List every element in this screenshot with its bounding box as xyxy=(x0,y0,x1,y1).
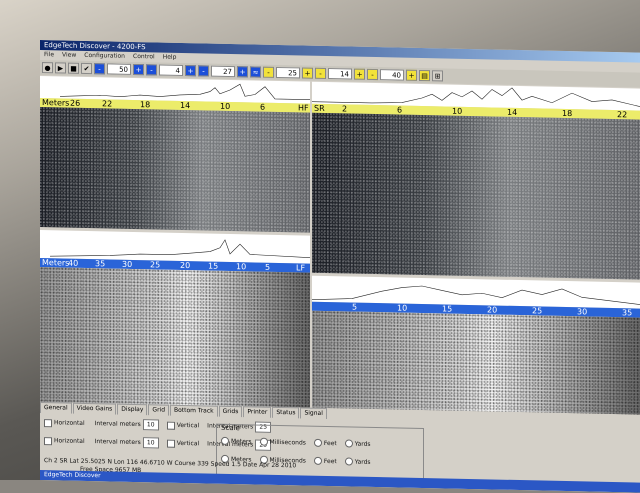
ruler-tick: 30 xyxy=(577,307,588,317)
tab-signal[interactable]: Signal xyxy=(300,407,327,420)
n-value[interactable]: 4 xyxy=(159,64,183,76)
interval-input[interactable]: 10 xyxy=(142,419,159,431)
screen: EdgeTech Discover - 4200-FS File View Co… xyxy=(40,40,640,493)
ruler-tick: 10 xyxy=(236,262,247,272)
hf-port-image[interactable] xyxy=(40,107,310,233)
lf-port-image[interactable] xyxy=(40,267,310,408)
tab-printer[interactable]: Printer xyxy=(243,406,272,418)
ruler-tick: 35 xyxy=(95,259,106,269)
scale-title: Scale xyxy=(221,423,240,433)
ruler-tick: 2 xyxy=(342,104,348,114)
ruler-tick: 10 xyxy=(452,106,463,116)
tab-general[interactable]: General xyxy=(40,402,72,414)
horizontal-label: Horizontal xyxy=(54,437,85,445)
range-decrease-button[interactable]: - xyxy=(94,63,105,75)
tab-status[interactable]: Status xyxy=(272,406,300,419)
radio-label: Yards xyxy=(354,458,371,466)
vertical-checkbox[interactable] xyxy=(166,439,175,448)
radio-label: Feet xyxy=(323,439,337,447)
ruler-tick: 10 xyxy=(220,101,231,111)
range-increase-button[interactable]: + xyxy=(133,63,144,76)
hf-starboard-image[interactable] xyxy=(312,112,640,280)
menu-view[interactable]: View xyxy=(62,50,76,60)
ruler-tick: 18 xyxy=(562,108,573,119)
palette-icon[interactable]: ▤ xyxy=(419,69,430,82)
grid-icon[interactable]: ⊞ xyxy=(432,70,443,82)
radio-yards[interactable] xyxy=(344,457,353,466)
vertical-checkbox[interactable] xyxy=(166,421,175,430)
menu-file[interactable]: File xyxy=(44,50,54,60)
hf-label: HF xyxy=(298,103,309,113)
range2-value[interactable]: 25 xyxy=(276,66,300,79)
menu-help[interactable]: Help xyxy=(163,53,177,63)
horizontal-checkbox[interactable] xyxy=(44,418,52,427)
ruler-tick: 6 xyxy=(397,105,403,115)
radio-label: Meters xyxy=(231,437,252,445)
ruler-tick: 25 xyxy=(150,260,161,270)
lf-starboard-image[interactable] xyxy=(312,310,640,415)
stop-icon[interactable]: ■ xyxy=(68,62,79,74)
horizontal-checkbox[interactable] xyxy=(44,436,52,445)
t2-value[interactable]: 40 xyxy=(380,69,404,81)
n-increase-button[interactable]: + xyxy=(185,65,196,77)
radio-meters[interactable] xyxy=(221,436,229,445)
radio-label: Feet xyxy=(323,457,337,465)
vertical-label: Vertical xyxy=(176,439,200,448)
t-decrease-button[interactable]: - xyxy=(198,65,209,77)
ruler-tick: 5 xyxy=(265,262,271,272)
lf-label: LF xyxy=(296,263,306,273)
scale-row-1: Meters Milliseconds Feet Yards xyxy=(221,436,371,448)
wave-icon[interactable]: ≈ xyxy=(250,66,261,78)
interval-input[interactable]: 10 xyxy=(142,437,159,449)
range-value[interactable]: 50 xyxy=(107,63,131,75)
radio-label: Yards xyxy=(354,440,371,448)
n2-value[interactable]: 14 xyxy=(328,68,352,80)
check-icon[interactable]: ✔ xyxy=(81,62,92,75)
taskbar-app[interactable]: EdgeTech Discover xyxy=(44,471,101,479)
range2-decrease-button[interactable]: - xyxy=(263,66,274,78)
radio-label: Milliseconds xyxy=(269,438,306,447)
tab-display[interactable]: Display xyxy=(117,403,148,416)
ruler-tick: 15 xyxy=(442,304,453,314)
horizontal-label: Horizontal xyxy=(54,419,85,427)
ruler-tick: 30 xyxy=(122,259,133,269)
ruler-tick: 25 xyxy=(532,306,543,316)
menu-control[interactable]: Control xyxy=(133,52,155,62)
radio-feet[interactable] xyxy=(313,438,322,447)
record-icon[interactable]: ● xyxy=(42,62,53,74)
ruler-tick: 18 xyxy=(140,100,151,110)
interval-label: Interval meters xyxy=(94,420,141,429)
t-value[interactable]: 27 xyxy=(211,65,235,78)
radio-milliseconds[interactable] xyxy=(259,437,268,446)
n2-decrease-button[interactable]: - xyxy=(315,67,326,79)
play-icon[interactable]: ▶ xyxy=(55,62,66,74)
radio-yards[interactable] xyxy=(344,439,353,448)
vertical-label: Vertical xyxy=(176,421,200,430)
ruler-tick: 35 xyxy=(622,308,633,318)
ruler-tick: 22 xyxy=(617,110,628,120)
interval-label: Interval meters xyxy=(94,438,141,447)
t-increase-button[interactable]: + xyxy=(237,66,248,78)
ruler-tick: 20 xyxy=(180,260,191,271)
tab-grids[interactable]: Grids xyxy=(218,405,243,418)
n2-increase-button[interactable]: + xyxy=(354,68,365,80)
n-decrease-button[interactable]: - xyxy=(146,64,157,76)
ruler-tick: 14 xyxy=(180,100,191,111)
ruler-unit: SR xyxy=(314,103,325,113)
ruler-tick: 14 xyxy=(507,107,518,117)
t2-increase-button[interactable]: + xyxy=(406,69,417,81)
ruler-tick: 10 xyxy=(397,303,408,313)
ruler-tick: 22 xyxy=(102,99,113,109)
ruler-tick: 26 xyxy=(70,98,81,108)
range2-increase-button[interactable]: + xyxy=(302,67,313,79)
ruler-tick: 20 xyxy=(487,305,498,315)
tab-video-gains[interactable]: Video Gains xyxy=(72,402,117,415)
tab-grid[interactable]: Grid xyxy=(148,404,170,416)
radio-feet[interactable] xyxy=(313,456,322,465)
t2-decrease-button[interactable]: - xyxy=(367,68,378,81)
ruler-tick: 6 xyxy=(260,102,266,112)
ruler-tick: 5 xyxy=(352,302,358,312)
ruler-tick: 15 xyxy=(208,261,219,271)
ruler-tick: 40 xyxy=(68,258,79,268)
